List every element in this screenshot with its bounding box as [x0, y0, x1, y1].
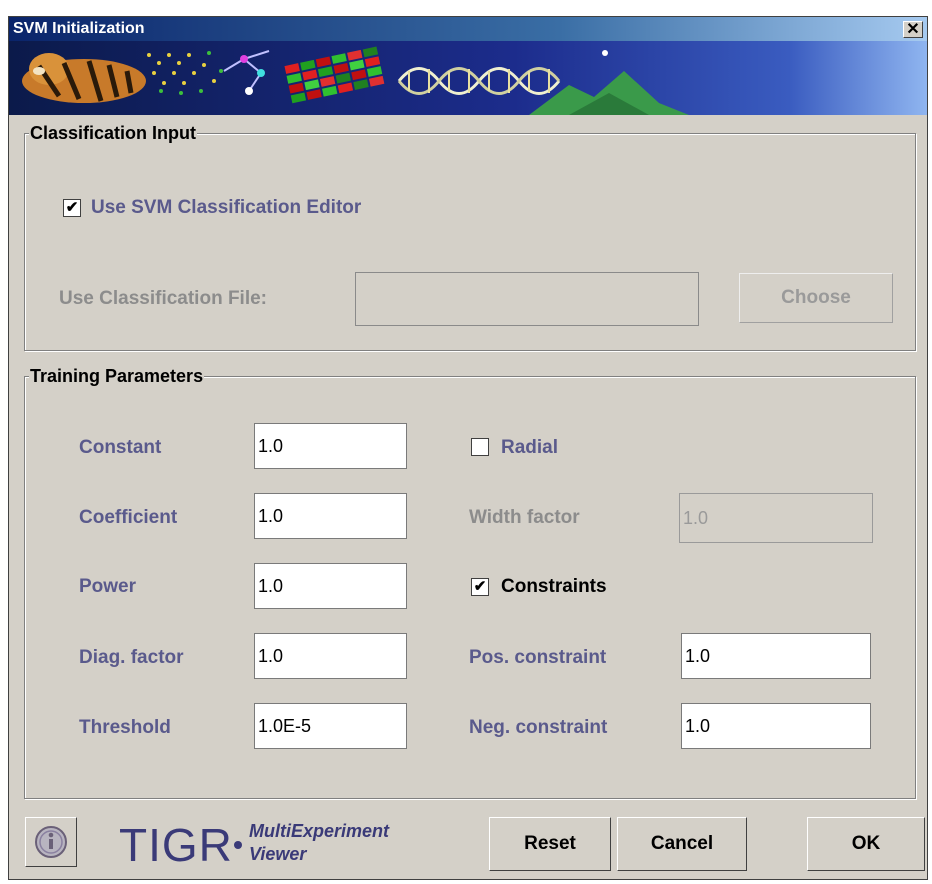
- training-parameters-title: Training Parameters: [29, 366, 205, 386]
- tigr-logo: TIGR MultiExperiment Viewer: [109, 817, 489, 873]
- use-editor-label[interactable]: Use SVM Classification Editor: [91, 197, 361, 219]
- banner-graphic: [22, 46, 689, 115]
- svm-initialization-dialog: SVM Initialization ✕ Classification Inpu…: [8, 16, 928, 880]
- close-button[interactable]: ✕: [903, 21, 923, 38]
- radial-checkbox[interactable]: [471, 438, 489, 456]
- logo-subtitle-line2: Viewer: [249, 844, 307, 864]
- logo-subtitle-line1: MultiExperiment: [249, 821, 390, 841]
- reset-button[interactable]: Reset: [489, 817, 611, 871]
- constant-label: Constant: [79, 437, 162, 458]
- diag-factor-label: Diag. factor: [79, 647, 184, 668]
- threshold-label: Threshold: [79, 717, 171, 738]
- tigr-logo-text: TIGR: [119, 819, 233, 871]
- constraints-checkbox[interactable]: ✔: [471, 578, 489, 596]
- choose-button[interactable]: Choose: [739, 273, 893, 323]
- banner-image: [9, 41, 927, 115]
- diag-factor-field[interactable]: 1.0: [254, 633, 407, 679]
- classification-input-title: Classification Input: [29, 123, 198, 143]
- info-button[interactable]: [25, 817, 77, 867]
- info-icon: [35, 826, 67, 858]
- neg-constraint-field[interactable]: 1.0: [681, 703, 871, 749]
- use-editor-checkbox[interactable]: ✔: [63, 199, 81, 217]
- window-title: SVM Initialization: [13, 20, 145, 37]
- ok-button[interactable]: OK: [807, 817, 925, 871]
- neg-constraint-label: Neg. constraint: [469, 717, 608, 738]
- classification-file-input[interactable]: [355, 272, 699, 326]
- coefficient-label: Coefficient: [79, 507, 178, 528]
- power-field[interactable]: 1.0: [254, 563, 407, 609]
- cancel-button[interactable]: Cancel: [617, 817, 747, 871]
- pos-constraint-label: Pos. constraint: [469, 647, 607, 668]
- pos-constraint-field[interactable]: 1.0: [681, 633, 871, 679]
- classification-file-label: Use Classification File:: [59, 288, 268, 309]
- coefficient-field[interactable]: 1.0: [254, 493, 407, 539]
- constant-field[interactable]: 1.0: [254, 423, 407, 469]
- width-factor-label: Width factor: [469, 507, 580, 528]
- constraints-label[interactable]: Constraints: [501, 576, 607, 598]
- radial-label[interactable]: Radial: [501, 437, 558, 459]
- power-label: Power: [79, 576, 137, 597]
- tigr-logo-dot: [234, 841, 242, 849]
- width-factor-field[interactable]: 1.0: [679, 493, 873, 543]
- threshold-field[interactable]: 1.0E-5: [254, 703, 407, 749]
- title-bar[interactable]: SVM Initialization ✕: [9, 17, 927, 41]
